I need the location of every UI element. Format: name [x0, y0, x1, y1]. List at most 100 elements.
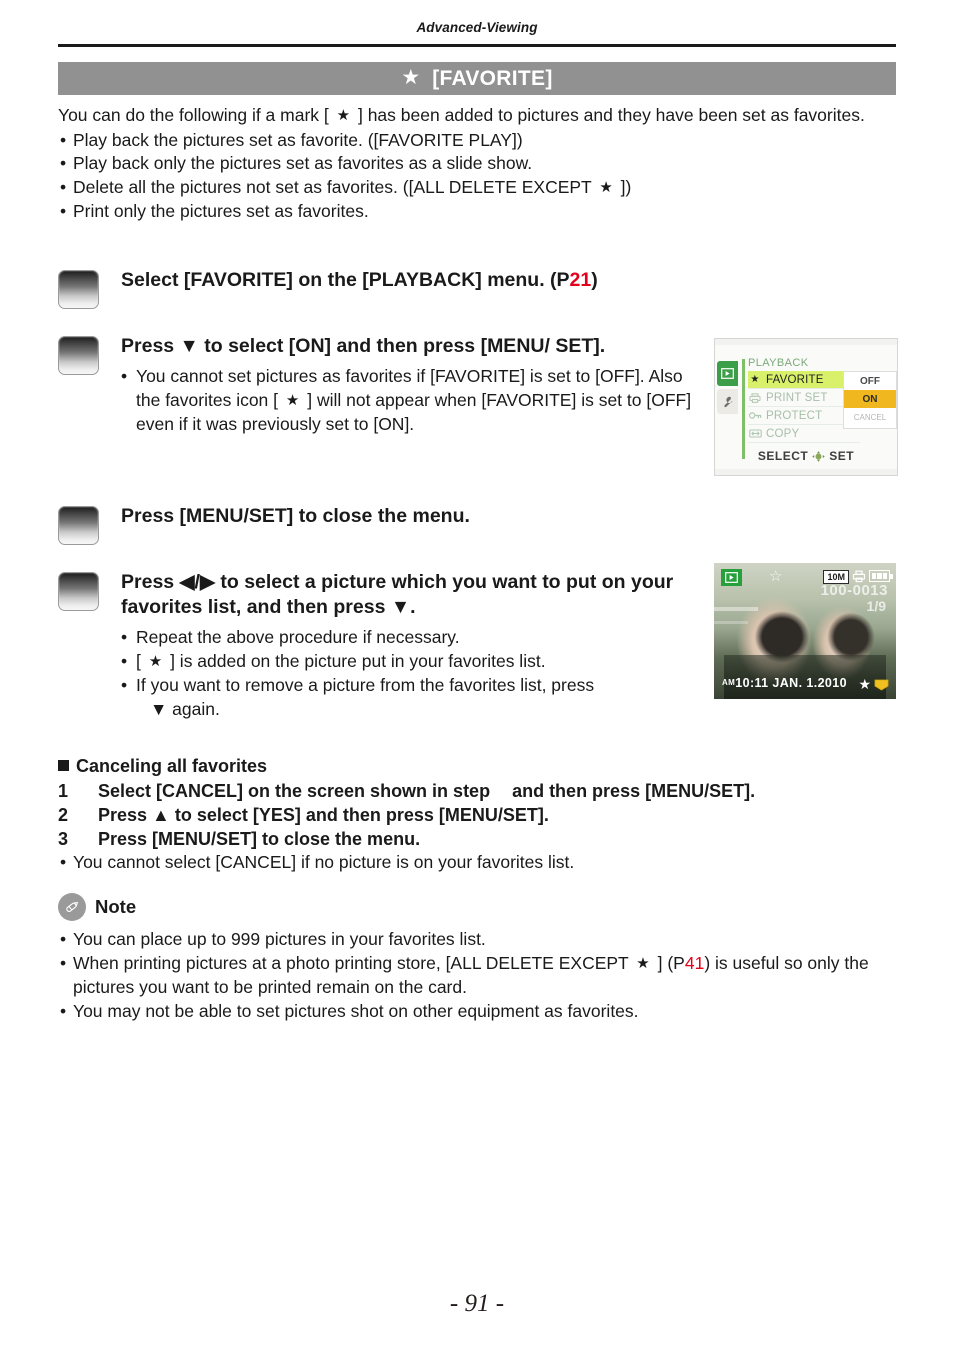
option-off[interactable]: OFF — [844, 372, 896, 390]
list-item: You may not be able to set pictures shot… — [58, 1000, 903, 1024]
canceling-item-2: 2 Press ▲ to select [YES] and then press … — [58, 803, 549, 827]
step-3: Press [MENU/SET] to close the menu. — [58, 504, 698, 545]
star-outline-icon: ☆ — [769, 568, 783, 585]
list-item: When printing pictures at a photo printi… — [58, 952, 903, 1000]
step-4-bullet-c-cont: ▼ again. — [150, 698, 220, 719]
note-bullet-b: ] (P — [657, 952, 685, 973]
star-icon: ★ — [285, 391, 300, 409]
intro-block: You can do the following if a mark [ ★ ]… — [58, 104, 896, 224]
option-on[interactable]: ON — [844, 390, 896, 408]
copy-icon — [748, 429, 762, 438]
list-item: Print only the pictures set as favorites… — [58, 200, 896, 224]
file-number: 100-0013 — [820, 582, 888, 599]
note-label: Note — [95, 896, 137, 917]
footer-set-label: SET — [829, 449, 855, 463]
list-item: If you want to remove a picture from the… — [121, 674, 698, 721]
intro-text-a: You can do the following if a mark [ — [58, 105, 329, 125]
menu-item-label: PROTECT — [766, 409, 823, 422]
favorite-tag-icon — [874, 678, 889, 691]
step-4-bullet-b: ] is added on the picture put in your fa… — [170, 650, 546, 671]
menu-screen: PLAYBACK ★ FAVORITE PRINT SET PROTECT CO… — [715, 345, 897, 469]
list-item: Play back only the pictures set as favor… — [58, 152, 896, 176]
play-icon — [721, 569, 742, 586]
photo-background-detail — [714, 621, 748, 624]
intro-bullet-list: Play back the pictures set as favorite. … — [58, 129, 896, 224]
star-icon: ★ — [401, 66, 421, 89]
canceling-heading-text: Canceling all favorites — [76, 756, 268, 776]
item-text-b: and then press [MENU/SET]. — [512, 781, 756, 801]
pencil-icon — [58, 893, 86, 921]
menu-footer: SELECT SET — [715, 449, 897, 463]
step-3-title: Press [MENU/SET] to close the menu. — [121, 505, 470, 527]
step-number-badge — [58, 270, 99, 309]
playback-tab[interactable] — [717, 361, 738, 386]
footer-select-label: SELECT — [757, 449, 809, 463]
item-number: 1 — [58, 781, 69, 801]
star-icon: ★ — [599, 178, 613, 196]
step-4-bullet-c: If you want to remove a picture from the… — [136, 675, 595, 695]
menu-divider — [742, 359, 745, 459]
canceling-note-bullet: You cannot select [CANCEL] if no picture… — [58, 851, 574, 875]
running-head: Advanced-Viewing — [416, 20, 538, 35]
option-panel: OFF ON CANCEL — [843, 371, 897, 429]
play-icon — [721, 368, 734, 379]
document-page: Advanced-Viewing ★ [FAVORITE] You can do… — [0, 0, 954, 1357]
wrench-icon — [722, 396, 734, 408]
note-bullet-a: When printing pictures at a photo printi… — [73, 952, 629, 973]
star-icon: ★ — [858, 676, 871, 692]
item-text-a: Select [CANCEL] on the screen shown in s… — [98, 781, 491, 801]
step-4-bullets: Repeat the above procedure if necessary.… — [121, 626, 698, 721]
step-2-bullets: You cannot set pictures as favorites if … — [121, 365, 696, 437]
setup-tab[interactable] — [717, 389, 738, 414]
list-item: You cannot set pictures as favorites if … — [121, 365, 696, 437]
item-text-a: Press ▲ to select [YES] and then press [… — [98, 805, 549, 825]
menu-tab-column — [717, 361, 739, 417]
list-item: Repeat the above procedure if necessary. — [121, 626, 698, 650]
key-icon — [748, 411, 762, 420]
item-number: 3 — [58, 829, 69, 849]
item-text-a: Press [MENU/SET] to close the menu. — [98, 829, 421, 849]
step-2: Press ▼ to select [ON] and then press [M… — [58, 334, 698, 437]
option-cancel[interactable]: CANCEL — [844, 408, 896, 426]
canceling-section-heading: Canceling all favorites — [58, 754, 267, 778]
ampm-label: AM — [722, 678, 736, 687]
step-2-title: Press ▼ to select [ON] and then press [M… — [121, 335, 606, 357]
print-icon — [852, 569, 866, 583]
step-4: Press ◀/▶ to select a picture which you … — [58, 570, 698, 721]
datetime-value: 10:11 JAN. 1.2010 — [735, 676, 847, 690]
camera-menu-screenshot: PLAYBACK ★ FAVORITE PRINT SET PROTECT CO… — [714, 338, 898, 476]
section-title-bar: ★ [FAVORITE] — [58, 62, 896, 95]
page-reference: 41 — [684, 952, 705, 973]
note-bullet-list: You can place up to 999 pictures in your… — [58, 928, 903, 1023]
bullet3-text-a: Delete all the pictures not set as favor… — [73, 176, 592, 197]
step-1-text-a: Select [FAVORITE] on the [PLAYBACK] menu… — [121, 269, 570, 291]
list-item: Play back the pictures set as favorite. … — [58, 129, 896, 153]
datetime-overlay: AM10:11 JAN. 1.2010 — [722, 676, 847, 690]
star-icon: ★ — [336, 107, 351, 124]
canceling-item-3: 3 Press [MENU/SET] to close the menu. — [58, 827, 420, 851]
intro-text-b: ] has been added to pictures and they ha… — [357, 105, 865, 125]
step-number-badge — [58, 336, 99, 375]
print-icon — [748, 392, 762, 403]
page-number: - 91 - — [449, 1290, 505, 1317]
menu-title: PLAYBACK — [748, 357, 809, 369]
star-icon: ★ — [750, 374, 760, 385]
step-4-title: Press ◀/▶ to select a picture which you … — [121, 571, 674, 618]
menu-item-label: COPY — [766, 427, 800, 440]
list-item: You can place up to 999 pictures in your… — [58, 928, 903, 952]
step-1-title: Select [FAVORITE] on the [PLAYBACK] menu… — [121, 268, 598, 293]
star-icon: ★ — [148, 652, 163, 670]
camera-playback-screenshot: ☆ 10M 100-0013 1/9 AM10:11 JAN. 1.2010 ★ — [714, 563, 896, 699]
item-number: 2 — [58, 805, 69, 825]
menu-item-label: FAVORITE — [766, 373, 824, 386]
list-item: Delete all the pictures not set as favor… — [58, 176, 896, 201]
step-1-text-b: ) — [591, 269, 598, 291]
menu-set-button-icon — [812, 450, 825, 462]
step-1: Select [FAVORITE] on the [PLAYBACK] menu… — [58, 268, 698, 309]
square-bullet-icon — [58, 760, 69, 771]
bullet3-text-b: ]) — [620, 176, 632, 197]
battery-icon — [869, 570, 893, 582]
star-icon: ★ — [636, 954, 650, 972]
page-reference: 21 — [569, 269, 592, 291]
intro-paragraph: You can do the following if a mark [ ★ ]… — [58, 104, 896, 129]
